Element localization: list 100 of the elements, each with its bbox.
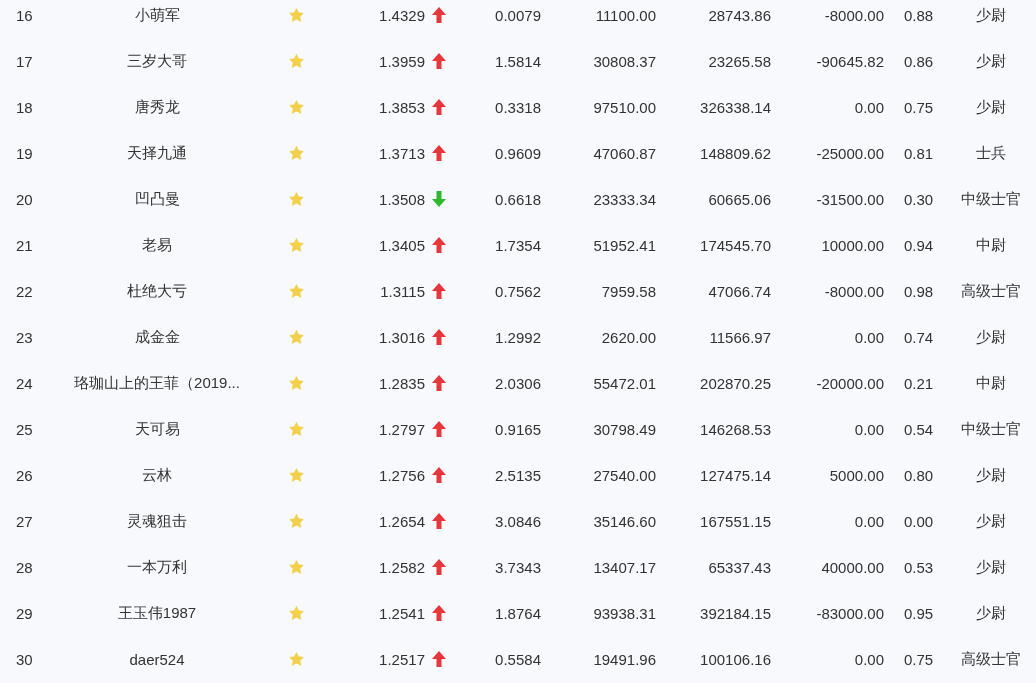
table-cell: 40000.00: [821, 558, 884, 576]
rank-title-cell: 少尉: [976, 5, 1006, 25]
rank-title-cell: 少尉: [976, 51, 1006, 71]
table-cell: -25000.00: [816, 144, 884, 162]
table-cell: 1.5814: [495, 52, 541, 70]
name-cell: 云林: [142, 465, 172, 485]
table-cell: 0.00: [854, 650, 884, 668]
table-cell: 3.7343: [495, 558, 541, 576]
rank-title-cell: 中尉: [976, 373, 1006, 393]
rank-cell: 20: [16, 190, 33, 208]
rank-title-cell: 少尉: [976, 327, 1006, 347]
star-icon: [288, 8, 304, 22]
table-cell: 47060.87: [593, 144, 656, 162]
star-icon: [288, 192, 304, 206]
table-cell: 35146.60: [593, 512, 656, 530]
star-icon: [288, 146, 304, 160]
rank-cell: 29: [16, 604, 33, 622]
table-cell: 1.3016: [379, 328, 425, 346]
table-cell: 326338.14: [700, 98, 771, 116]
rank-title-cell: 少尉: [976, 511, 1006, 531]
name-cell: 凹凸曼: [134, 189, 180, 209]
rank-cell: 19: [16, 144, 33, 162]
table-cell: 3.0846: [495, 512, 541, 530]
table-cell: 2.5135: [495, 466, 541, 484]
table-cell: 11566.97: [709, 328, 771, 346]
table-cell: 0.54: [904, 420, 934, 438]
star-icon: [288, 560, 304, 574]
table-cell: 1.8764: [495, 604, 541, 622]
table-cell: 392184.15: [700, 604, 771, 622]
table-cell: 0.21: [904, 374, 934, 392]
table-cell: 167551.15: [700, 512, 771, 530]
rank-cell: 22: [16, 282, 33, 300]
table-cell: 0.80: [904, 466, 934, 484]
table-cell: 1.3115: [380, 282, 425, 300]
table-cell: 0.94: [904, 236, 934, 254]
table-cell: 0.81: [904, 144, 934, 162]
name-cell: 天择九通: [127, 143, 187, 163]
table-cell: 28743.86: [708, 6, 771, 24]
table-cell: 2620.00: [601, 328, 656, 346]
rank-title-cell: 中尉: [976, 235, 1006, 255]
table-cell: 1.2835: [379, 374, 425, 392]
table-cell: 23333.34: [593, 190, 656, 208]
table-cell: 2.0306: [495, 374, 541, 392]
table-cell: 55472.01: [593, 374, 656, 392]
table-cell: 30798.49: [593, 420, 656, 438]
table-cell: 0.6618: [495, 190, 541, 208]
star-icon: [288, 468, 304, 482]
name-cell: 小萌军: [134, 5, 180, 25]
star-icon: [288, 100, 304, 114]
table-cell: -8000.00: [824, 282, 884, 300]
name-cell: 珞珈山上的王菲（2019...: [74, 373, 240, 393]
table-cell: 65337.43: [708, 558, 771, 576]
table-cell: 0.95: [904, 604, 934, 622]
star-icon: [288, 606, 304, 620]
star-icon: [288, 330, 304, 344]
rank-cell: 27: [16, 512, 33, 530]
table-cell: 0.9165: [495, 420, 541, 438]
table-cell: 0.7562: [495, 282, 541, 300]
table-cell: 7959.58: [601, 282, 656, 300]
table-cell: 0.75: [904, 98, 934, 116]
star-icon: [288, 238, 304, 252]
name-cell: daer524: [129, 650, 185, 668]
table-cell: 1.2541: [379, 604, 425, 622]
table-cell: 0.98: [904, 282, 934, 300]
table-cell: 202870.25: [700, 374, 771, 392]
rank-title-cell: 少尉: [976, 557, 1006, 577]
rank-cell: 17: [16, 52, 33, 70]
table-cell: 0.74: [904, 328, 934, 346]
table-cell: 1.2582: [379, 558, 425, 576]
table-cell: 0.00: [854, 98, 884, 116]
rank-title-cell: 中级士官: [961, 189, 1021, 209]
rank-title-cell: 高级士官: [961, 281, 1021, 301]
table-cell: 148809.62: [700, 144, 771, 162]
rank-cell: 30: [16, 650, 33, 668]
table-cell: 19491.96: [593, 650, 656, 668]
table-cell: 23265.58: [708, 52, 771, 70]
table-cell: -83000.00: [816, 604, 884, 622]
table-cell: 100106.16: [700, 650, 771, 668]
star-icon: [288, 652, 304, 666]
table-cell: 1.2654: [379, 512, 425, 530]
table-cell: 0.00: [854, 512, 884, 530]
rank-cell: 21: [16, 236, 33, 254]
table-cell: 27540.00: [593, 466, 656, 484]
name-cell: 灵魂狙击: [127, 511, 187, 531]
table-cell: 0.5584: [495, 650, 541, 668]
name-cell: 成金金: [134, 327, 180, 347]
table-cell: 1.4329: [379, 6, 425, 24]
rank-title-cell: 高级士官: [961, 649, 1021, 669]
table-cell: 30808.37: [593, 52, 656, 70]
name-cell: 老易: [142, 235, 172, 255]
rank-cell: 24: [16, 374, 33, 392]
table-cell: 1.2517: [379, 650, 425, 668]
table-cell: 97510.00: [593, 98, 656, 116]
name-cell: 天可易: [134, 419, 180, 439]
rank-title-cell: 中级士官: [961, 419, 1021, 439]
table-cell: 10000.00: [821, 236, 884, 254]
table-cell: 11100.00: [595, 6, 656, 24]
table-cell: 0.88: [904, 6, 934, 24]
table-cell: 0.30: [904, 190, 934, 208]
rank-cell: 28: [16, 558, 33, 576]
